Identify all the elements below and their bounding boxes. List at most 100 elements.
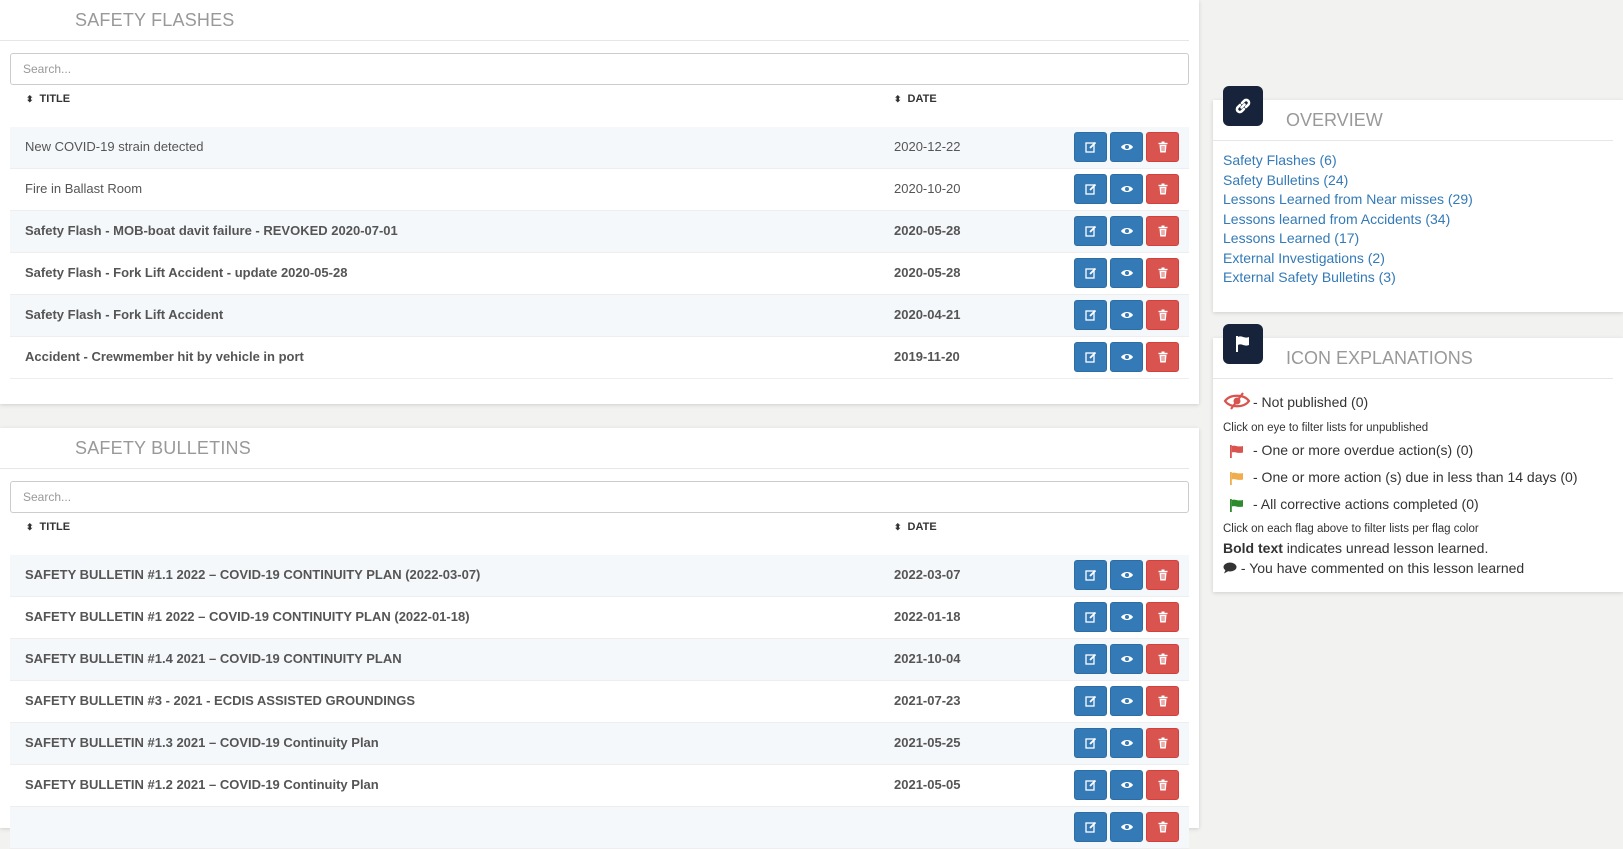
overview-link[interactable]: Lessons Learned from Near misses (29) xyxy=(1223,190,1623,210)
delete-button[interactable] xyxy=(1146,644,1179,674)
row-title[interactable]: Accident - Crewmember hit by vehicle in … xyxy=(25,337,304,377)
overview-title: OVERVIEW xyxy=(1213,100,1613,141)
view-button[interactable] xyxy=(1110,686,1143,716)
row-actions xyxy=(1071,644,1179,674)
edit-button[interactable] xyxy=(1074,728,1107,758)
sort-title-header[interactable]: ⬍ TITLE xyxy=(26,521,70,533)
overview-link[interactable]: Safety Flashes (6) xyxy=(1223,151,1623,171)
row-actions xyxy=(1071,686,1179,716)
comment-line: - You have commented on this lesson lear… xyxy=(1223,558,1623,578)
delete-button[interactable] xyxy=(1146,132,1179,162)
not-published-text: - Not published (0) xyxy=(1253,394,1369,411)
row-actions xyxy=(1071,216,1179,246)
delete-button[interactable] xyxy=(1146,686,1179,716)
row-actions xyxy=(1071,132,1179,162)
edit-button[interactable] xyxy=(1074,216,1107,246)
green-flag-icon[interactable] xyxy=(1229,499,1245,512)
view-button[interactable] xyxy=(1110,258,1143,288)
red-flag-icon[interactable] xyxy=(1229,445,1245,458)
overview-link[interactable]: Lessons learned from Accidents (34) xyxy=(1223,210,1623,230)
comment-icon xyxy=(1223,562,1237,574)
eye-slash-icon[interactable] xyxy=(1223,391,1253,416)
delete-button[interactable] xyxy=(1146,342,1179,372)
view-icon xyxy=(1120,740,1133,746)
table-row: SAFETY BULLETIN #1.4 2021 – COVID-19 CON… xyxy=(10,639,1189,681)
row-date: 2020-10-20 xyxy=(894,181,961,196)
row-actions xyxy=(1071,728,1179,758)
row-title[interactable]: Fire in Ballast Room xyxy=(25,169,142,209)
view-button[interactable] xyxy=(1110,728,1143,758)
row-title[interactable]: SAFETY BULLETIN #1.3 2021 – COVID-19 Con… xyxy=(25,723,379,763)
overview-link[interactable]: External Investigations (2) xyxy=(1223,249,1623,269)
delete-button[interactable] xyxy=(1146,174,1179,204)
delete-icon xyxy=(1158,309,1167,321)
bold-text-line: Bold text indicates unread lesson learne… xyxy=(1223,538,1623,558)
edit-button[interactable] xyxy=(1074,300,1107,330)
edit-button[interactable] xyxy=(1074,342,1107,372)
delete-button[interactable] xyxy=(1146,216,1179,246)
row-date: 2022-03-07 xyxy=(894,567,961,582)
view-button[interactable] xyxy=(1110,342,1143,372)
view-icon xyxy=(1120,228,1133,234)
delete-icon xyxy=(1158,611,1167,623)
row-title[interactable]: SAFETY BULLETIN #1.4 2021 – COVID-19 CON… xyxy=(25,639,402,679)
row-title[interactable]: Safety Flash - MOB-boat davit failure - … xyxy=(25,211,398,251)
sort-title-header[interactable]: ⬍ TITLE xyxy=(26,93,70,105)
edit-icon xyxy=(1084,821,1096,833)
view-button[interactable] xyxy=(1110,132,1143,162)
delete-button[interactable] xyxy=(1146,728,1179,758)
row-title[interactable]: Safety Flash - Fork Lift Accident xyxy=(25,295,223,335)
row-title[interactable]: SAFETY BULLETIN #3 - 2021 - ECDIS ASSIST… xyxy=(25,681,415,721)
view-button[interactable] xyxy=(1110,174,1143,204)
row-title[interactable]: SAFETY BULLETIN #1 2022 – COVID-19 CONTI… xyxy=(25,597,470,637)
red-flag-line: - One or more overdue action(s) (0) xyxy=(1223,437,1623,464)
view-button[interactable] xyxy=(1110,644,1143,674)
edit-button[interactable] xyxy=(1074,686,1107,716)
edit-button[interactable] xyxy=(1074,132,1107,162)
delete-button[interactable] xyxy=(1146,770,1179,800)
row-date: 2019-11-20 xyxy=(894,349,960,364)
overview-link[interactable]: External Safety Bulletins (3) xyxy=(1223,268,1623,288)
row-title[interactable]: New COVID-19 strain detected xyxy=(25,127,203,167)
safety-flashes-search-input[interactable] xyxy=(10,53,1189,85)
row-date: 2021-05-05 xyxy=(894,777,961,792)
delete-icon xyxy=(1158,695,1167,707)
table-row: Fire in Ballast Room 2020-10-20 xyxy=(10,169,1189,211)
view-button[interactable] xyxy=(1110,770,1143,800)
sort-date-header[interactable]: ⬍ DATE xyxy=(894,93,937,105)
edit-button[interactable] xyxy=(1074,560,1107,590)
edit-button[interactable] xyxy=(1074,174,1107,204)
edit-button[interactable] xyxy=(1074,602,1107,632)
safety-bulletins-search-input[interactable] xyxy=(10,481,1189,513)
row-title[interactable]: SAFETY BULLETIN #1.1 2022 – COVID-19 CON… xyxy=(25,555,480,595)
delete-button[interactable] xyxy=(1146,602,1179,632)
icon-explanations-title: ICON EXPLANATIONS xyxy=(1213,338,1613,379)
row-date: 2020-05-28 xyxy=(894,223,961,238)
table-row: SAFETY BULLETIN #1.3 2021 – COVID-19 Con… xyxy=(10,723,1189,765)
delete-button[interactable] xyxy=(1146,300,1179,330)
delete-icon xyxy=(1158,569,1167,581)
view-button[interactable] xyxy=(1110,216,1143,246)
table-row: New COVID-19 strain detected 2020-12-22 xyxy=(10,127,1189,169)
overview-link[interactable]: Safety Bulletins (24) xyxy=(1223,171,1623,191)
edit-button[interactable] xyxy=(1074,770,1107,800)
view-button[interactable] xyxy=(1110,560,1143,590)
orange-flag-icon[interactable] xyxy=(1229,472,1245,485)
view-icon xyxy=(1120,354,1133,360)
edit-button[interactable] xyxy=(1074,258,1107,288)
overview-link[interactable]: Lessons Learned (17) xyxy=(1223,229,1623,249)
delete-button[interactable] xyxy=(1146,560,1179,590)
sort-date-header[interactable]: ⬍ DATE xyxy=(894,521,937,533)
row-title[interactable]: SAFETY BULLETIN #1.2 2021 – COVID-19 Con… xyxy=(25,765,379,805)
edit-button[interactable] xyxy=(1074,644,1107,674)
view-icon xyxy=(1120,824,1133,830)
safety-flashes-table-body: New COVID-19 strain detected 2020-12-22 Fi… xyxy=(10,127,1189,379)
row-date: 2021-07-23 xyxy=(894,693,961,708)
view-button[interactable] xyxy=(1110,300,1143,330)
view-button[interactable] xyxy=(1110,602,1143,632)
delete-button[interactable] xyxy=(1146,258,1179,288)
green-flag-text: - All corrective actions completed (0) xyxy=(1253,496,1479,512)
view-icon xyxy=(1120,782,1133,788)
row-title[interactable]: Safety Flash - Fork Lift Accident - upda… xyxy=(25,253,347,293)
table-row: SAFETY BULLETIN #3 - 2021 - ECDIS ASSIST… xyxy=(10,681,1189,723)
